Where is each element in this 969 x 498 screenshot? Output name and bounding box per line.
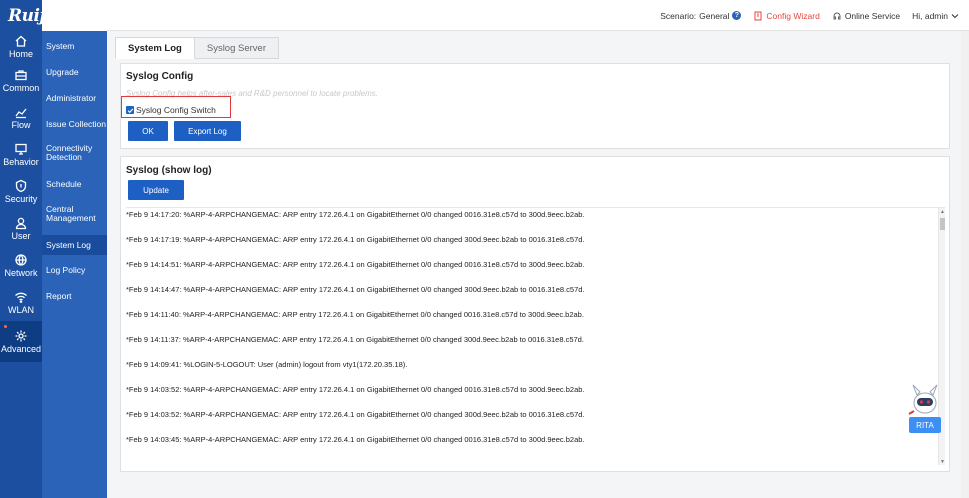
submenu-item-connectivity-detection[interactable]: Connectivity Detection <box>42 140 107 166</box>
log-line: *Feb 9 14:03:52: %ARP-4-ARPCHANGEMAC: AR… <box>126 385 585 394</box>
checkbox-checked-icon[interactable] <box>126 106 134 114</box>
rail-item-label: Behavior <box>3 157 39 167</box>
rail-item-user[interactable]: User <box>0 210 42 247</box>
submenu-item-system-log[interactable]: System Log <box>42 235 107 255</box>
rita-assistant[interactable]: RITA <box>905 383 945 443</box>
header-actions: Scenario: General ? Config Wizard Online… <box>660 0 959 31</box>
top-header-bar: Scenario: General ? Config Wizard Online… <box>107 0 969 31</box>
log-line: *Feb 9 14:11:37: %ARP-4-ARPCHANGEMAC: AR… <box>126 335 584 344</box>
syslog-config-title: Syslog Config <box>126 71 194 82</box>
tab-syslog-server[interactable]: Syslog Server <box>194 37 279 59</box>
home-icon <box>15 35 27 47</box>
submenu-item-upgrade[interactable]: Upgrade <box>42 63 107 81</box>
rail-item-label: Flow <box>11 120 31 130</box>
rail-item-flow[interactable]: Flow <box>0 99 42 136</box>
shield-icon <box>15 179 27 193</box>
log-line: *Feb 9 14:11:40: %ARP-4-ARPCHANGEMAC: AR… <box>126 310 584 319</box>
user-menu[interactable]: Hi, admin <box>912 11 959 21</box>
log-line: *Feb 9 14:17:19: %ARP-4-ARPCHANGEMAC: AR… <box>126 235 585 244</box>
advanced-submenu: System Upgrade Administrator Issue Collecti… <box>42 31 107 498</box>
page-scrollbar[interactable] <box>961 31 969 498</box>
rail-item-label: Advanced <box>0 344 42 354</box>
main-nav-rail: Home Common Flow Behavior Security User Networ… <box>0 0 42 498</box>
submenu-item-system[interactable]: System <box>42 37 107 55</box>
ok-button[interactable]: OK <box>128 121 168 141</box>
config-wizard-link[interactable]: Config Wizard <box>753 10 820 21</box>
rail-item-label: User <box>11 231 31 241</box>
scenario-selector[interactable]: Scenario: General ? <box>660 10 742 21</box>
syslog-show-title: Syslog (show log) <box>126 165 212 176</box>
online-service-link[interactable]: Online Service <box>832 11 900 21</box>
tab-system-log[interactable]: System Log <box>115 37 195 59</box>
online-service-label: Online Service <box>844 10 901 21</box>
log-line: *Feb 9 14:03:52: %ARP-4-ARPCHANGEMAC: AR… <box>126 410 585 419</box>
rail-item-behavior[interactable]: Behavior <box>0 136 42 173</box>
rail-item-common[interactable]: Common <box>0 62 42 99</box>
config-wizard-label: Config Wizard <box>766 10 820 21</box>
help-icon[interactable]: ? <box>732 11 742 20</box>
robot-mascot-icon <box>908 384 938 415</box>
scroll-up-icon[interactable]: ▲ <box>940 209 945 215</box>
rail-item-network[interactable]: Network <box>0 247 42 284</box>
log-line: *Feb 9 14:14:51: %ARP-4-ARPCHANGEMAC: AR… <box>126 260 585 269</box>
log-line: *Feb 9 14:17:20: %ARP-4-ARPCHANGEMAC: AR… <box>126 210 585 219</box>
rail-item-security[interactable]: Security <box>0 173 42 210</box>
wifi-icon <box>15 292 27 303</box>
log-line: *Feb 9 14:14:47: %ARP-4-ARPCHANGEMAC: AR… <box>126 285 585 294</box>
syslog-switch-checkbox[interactable]: Syslog Config Switch <box>126 105 216 115</box>
syslog-config-card: Syslog Config Syslog Config helps after-… <box>120 63 950 149</box>
syslog-switch-label: Syslog Config Switch <box>136 105 216 115</box>
submenu-item-schedule[interactable]: Schedule <box>42 175 107 193</box>
main-content: System Log Syslog Server Syslog Config S… <box>107 31 961 498</box>
log-output-area[interactable]: *Feb 9 14:17:20: %ARP-4-ARPCHANGEMAC: AR… <box>126 207 945 465</box>
user-icon <box>15 217 27 230</box>
product-name: EG <box>69 8 90 24</box>
rail-item-label: Common <box>2 83 40 93</box>
rail-item-label: WLAN <box>7 305 34 315</box>
rail-item-wlan[interactable]: WLAN <box>0 284 42 321</box>
log-line: *Feb 9 14:03:45: %ARP-4-ARPCHANGEMAC: AR… <box>126 435 585 444</box>
chevron-down-icon <box>951 13 959 18</box>
gear-icon <box>15 330 27 342</box>
rail-item-label: Network <box>4 268 38 278</box>
submenu-item-report[interactable]: Report <box>42 287 107 305</box>
wizard-icon <box>754 11 762 20</box>
scenario-label: Scenario: <box>660 10 697 21</box>
submenu-item-log-policy[interactable]: Log Policy <box>42 261 107 279</box>
syslog-show-card: Syslog (show log) Update *Feb 9 14:17:20… <box>120 156 950 472</box>
export-log-button[interactable]: Export Log <box>174 121 241 141</box>
briefcase-icon <box>15 70 27 81</box>
tab-bar: System Log Syslog Server <box>115 37 279 59</box>
monitor-icon <box>15 143 27 155</box>
scroll-down-icon[interactable]: ▼ <box>940 459 945 465</box>
rail-item-home[interactable]: Home <box>0 31 42 62</box>
notification-dot <box>4 325 7 328</box>
user-greeting: Hi, admin <box>912 10 948 21</box>
brand-logo-text: Ruijie <box>8 6 62 26</box>
update-button[interactable]: Update <box>128 180 184 200</box>
headset-icon <box>833 12 841 19</box>
ruijie-logo[interactable]: Ruijie EG <box>8 6 98 26</box>
scenario-value: General <box>699 10 730 21</box>
log-scroll-thumb[interactable] <box>940 218 945 230</box>
log-line: *Feb 9 14:09:41: %LOGIN-5-LOGOUT: User (… <box>126 360 408 369</box>
rail-item-label: Home <box>8 49 33 59</box>
globe-icon <box>15 254 27 266</box>
rail-item-label: Security <box>4 194 38 204</box>
submenu-item-administrator[interactable]: Administrator <box>42 89 107 107</box>
rita-label: RITA <box>909 417 941 433</box>
submenu-item-issue-collection[interactable]: Issue Collection <box>42 115 107 133</box>
submenu-item-central-management[interactable]: Central Management <box>42 201 107 227</box>
flow-chart-icon <box>15 108 27 119</box>
